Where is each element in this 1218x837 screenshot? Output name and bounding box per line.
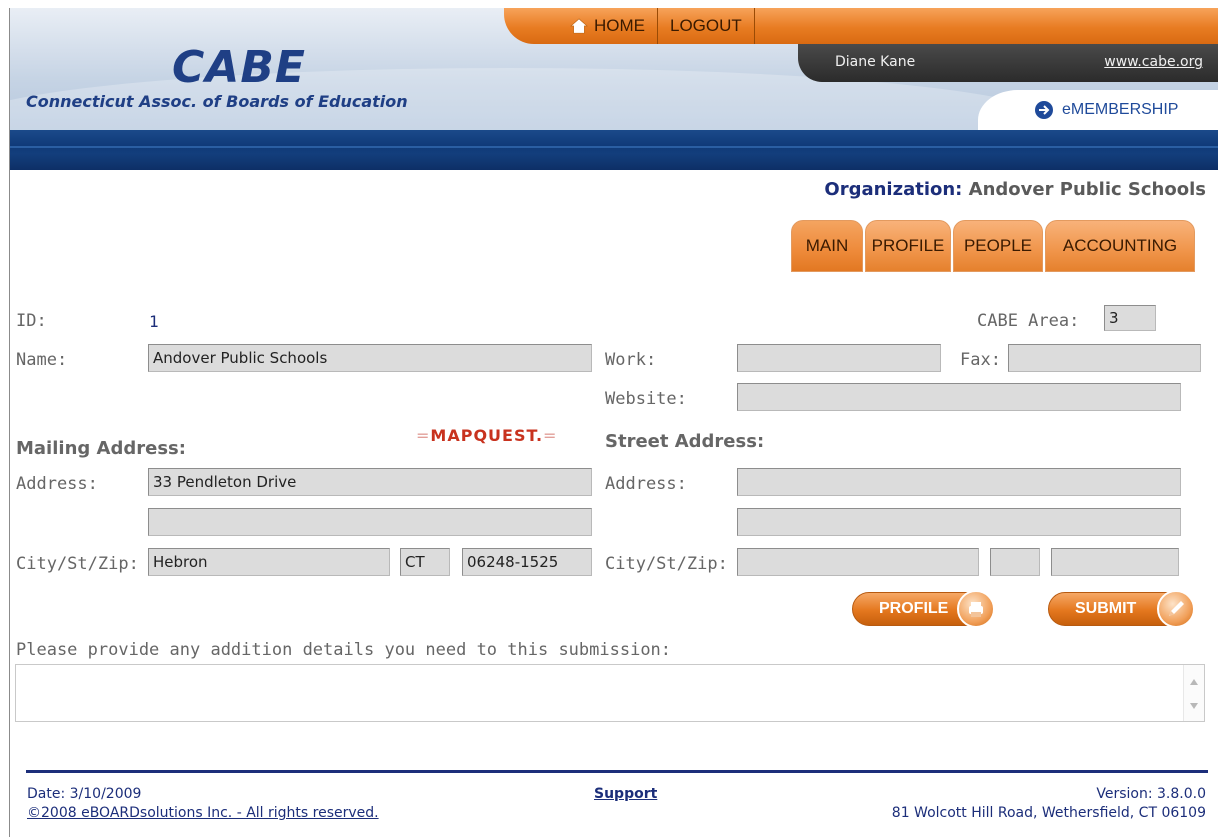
printer-icon <box>957 590 995 628</box>
organization-heading: Organization: Andover Public Schools <box>824 179 1206 200</box>
tab-bar: MAIN PROFILE PEOPLE ACCOUNTING <box>791 220 1197 272</box>
footer-date: Date: 3/10/2009 <box>27 786 142 802</box>
profile-button-label: PROFILE <box>879 600 949 617</box>
brand-logo: CABE <box>172 42 306 93</box>
footer-version: Version: 3.8.0.0 <box>1096 786 1206 802</box>
logout-link[interactable]: LOGOUT <box>658 8 755 44</box>
mailing-address1-field[interactable] <box>148 468 592 496</box>
mapquest-label: MAPQUEST. <box>430 426 544 445</box>
home-link[interactable]: HOME <box>558 8 658 44</box>
id-label: ID: <box>16 311 47 331</box>
work-label: Work: <box>605 350 657 370</box>
footer-address: 81 Wolcott Hill Road, Wethersfield, CT 0… <box>891 805 1206 821</box>
organization-name: Andover Public Schools <box>968 179 1206 200</box>
header-band <box>10 130 1218 170</box>
work-phone-field[interactable] <box>737 344 941 372</box>
top-nav: HOME LOGOUT <box>558 8 755 44</box>
cabe-area-field[interactable] <box>1104 305 1156 331</box>
tab-accounting[interactable]: ACCOUNTING <box>1045 220 1195 272</box>
support-link[interactable]: Support <box>594 786 657 802</box>
street-address2-field[interactable] <box>737 508 1181 536</box>
home-icon <box>570 18 588 34</box>
details-scrollbar[interactable] <box>1183 665 1204 721</box>
submit-button-label: SUBMIT <box>1075 600 1137 617</box>
tab-people[interactable]: PEOPLE <box>953 220 1043 272</box>
cabe-area-label: CABE Area: <box>977 311 1080 331</box>
mailing-city-field[interactable] <box>148 548 390 576</box>
mailing-state-field[interactable] <box>400 548 450 576</box>
mailing-address-label: Address: <box>16 474 98 494</box>
street-address1-field[interactable] <box>737 468 1181 496</box>
street-address-label: Address: <box>605 474 687 494</box>
pen-icon <box>1157 590 1195 628</box>
site-link[interactable]: www.cabe.org <box>1104 54 1203 70</box>
mailing-address-title: Mailing Address: <box>16 438 186 459</box>
tab-main[interactable]: MAIN <box>791 220 863 272</box>
street-csz-label: City/St/Zip: <box>605 554 728 574</box>
fax-field[interactable] <box>1008 344 1201 372</box>
street-address-title: Street Address: <box>605 431 765 452</box>
scroll-up-icon[interactable] <box>1190 679 1198 685</box>
user-name: Diane Kane <box>835 54 916 70</box>
footer-divider <box>26 770 1208 773</box>
mailing-address2-field[interactable] <box>148 508 592 536</box>
submit-button[interactable]: SUBMIT <box>1048 590 1195 628</box>
profile-button[interactable]: PROFILE <box>852 590 995 628</box>
brand-tagline: Connecticut Assoc. of Boards of Educatio… <box>26 92 408 111</box>
organization-label: Organization: <box>824 179 963 200</box>
emembership-link[interactable]: eMEMBERSHIP <box>978 90 1218 130</box>
mailing-zip-field[interactable] <box>462 548 592 576</box>
footer-copyright-link[interactable]: ©2008 eBOARDsolutions Inc. - All rights … <box>27 805 379 821</box>
street-state-field[interactable] <box>990 548 1040 576</box>
arrow-circle-icon <box>1035 101 1053 119</box>
name-field[interactable] <box>148 344 592 372</box>
id-value: 1 <box>149 312 159 331</box>
details-textarea[interactable] <box>15 664 1205 722</box>
website-label: Website: <box>605 389 687 409</box>
tab-profile[interactable]: PROFILE <box>865 220 951 272</box>
fax-label: Fax: <box>960 350 1001 370</box>
street-zip-field[interactable] <box>1051 548 1179 576</box>
details-label: Please provide any addition details you … <box>16 640 672 660</box>
header: CABE Connecticut Assoc. of Boards of Edu… <box>10 8 1218 170</box>
home-link-label: HOME <box>594 16 645 35</box>
street-city-field[interactable] <box>737 548 979 576</box>
scroll-down-icon[interactable] <box>1190 703 1198 709</box>
mailing-csz-label: City/St/Zip: <box>16 554 139 574</box>
logout-link-label: LOGOUT <box>670 16 742 35</box>
website-field[interactable] <box>737 383 1181 411</box>
mapquest-link[interactable]: =MAPQUEST.= <box>416 426 557 445</box>
emembership-label: eMEMBERSHIP <box>1062 101 1179 118</box>
name-label: Name: <box>16 350 68 370</box>
